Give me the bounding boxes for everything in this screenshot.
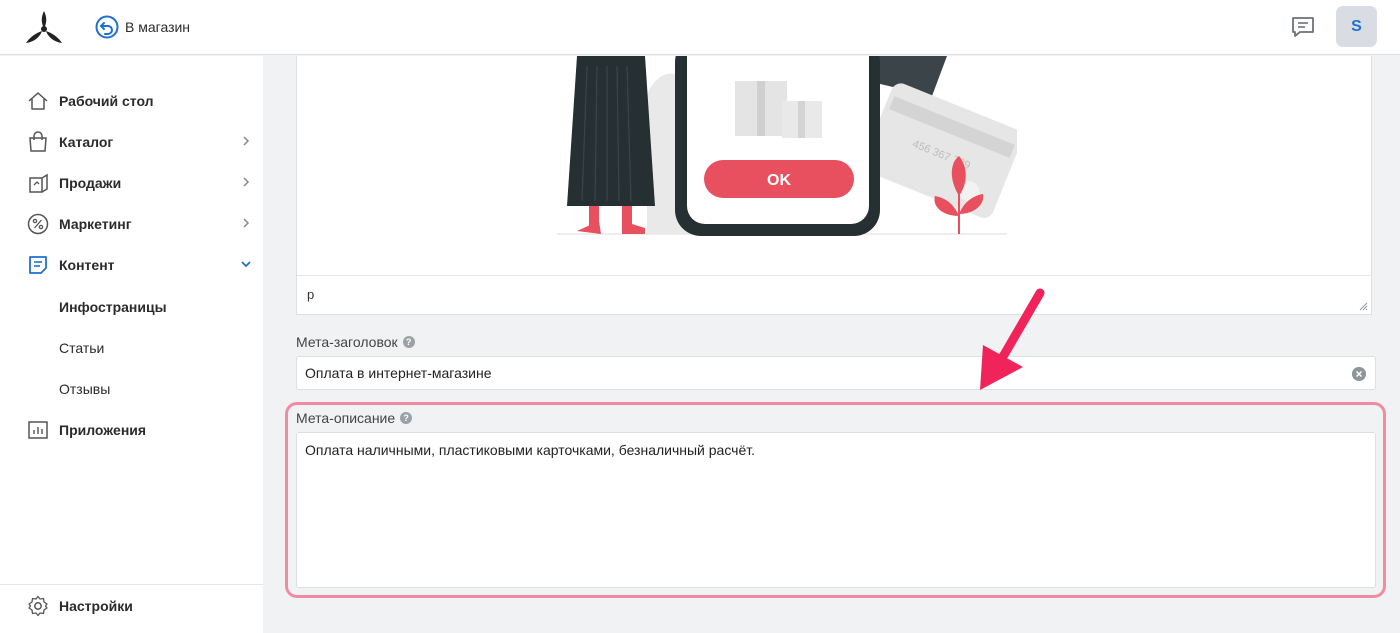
content-icon — [26, 253, 50, 277]
sidebar-item-label: Приложения — [59, 422, 147, 438]
sidebar: Рабочий стол Каталог Продажи Маркетинг К… — [0, 56, 263, 633]
bag-icon — [26, 130, 50, 154]
ok-button-text: OK — [767, 172, 791, 189]
clear-icon[interactable] — [1352, 367, 1366, 381]
meta-title-input[interactable]: Оплата в интернет-магазине — [296, 356, 1376, 390]
rich-text-editor[interactable]: 456 367 789 OK p — [296, 56, 1372, 315]
home-icon — [26, 89, 50, 113]
help-icon[interactable]: ? — [400, 412, 413, 424]
sidebar-item-settings[interactable]: Настройки — [26, 591, 256, 621]
back-to-store-label: В магазин — [125, 19, 191, 35]
sidebar-item-label: Каталог — [59, 134, 114, 150]
logo-icon[interactable] — [24, 9, 64, 45]
apps-icon — [26, 418, 50, 442]
avatar[interactable]: S — [1336, 6, 1377, 47]
sidebar-subitem-articles[interactable]: Статьи — [59, 340, 104, 356]
chevron-down-icon — [241, 261, 251, 268]
sidebar-item-catalog[interactable]: Каталог — [26, 127, 256, 157]
help-icon[interactable]: ? — [402, 336, 415, 348]
percent-icon — [26, 212, 50, 236]
back-arrow-icon — [95, 15, 119, 39]
payment-illustration: 456 367 789 OK — [557, 56, 1017, 236]
editor-element-path: p — [307, 287, 315, 302]
chevron-right-icon — [243, 218, 250, 228]
sidebar-item-marketing[interactable]: Маркетинг — [26, 209, 256, 239]
editor-status-bar: p — [297, 275, 1371, 314]
top-bar: В магазин S — [0, 0, 1400, 55]
pointer-arrow-icon — [980, 288, 1045, 390]
sidebar-item-label: Маркетинг — [59, 216, 132, 232]
gear-icon — [26, 594, 50, 618]
meta-description-label: Мета-описание ? — [296, 410, 413, 426]
sidebar-item-sales[interactable]: Продажи — [26, 168, 256, 198]
meta-title-label: Мета-заголовок ? — [296, 334, 415, 350]
meta-description-value: Оплата наличными, пластиковыми карточкам… — [305, 442, 756, 458]
sidebar-item-apps[interactable]: Приложения — [26, 415, 256, 445]
sidebar-subitem-infopages[interactable]: Инфостраницы — [59, 299, 167, 315]
chevron-right-icon — [243, 177, 250, 187]
meta-description-label-text: Мета-описание — [296, 410, 396, 426]
resize-handle-icon[interactable] — [1359, 302, 1368, 311]
sidebar-item-label: Контент — [59, 257, 115, 273]
chevron-right-icon — [243, 136, 250, 146]
chat-icon[interactable] — [1290, 14, 1316, 40]
sidebar-item-label: Рабочий стол — [59, 93, 154, 109]
sidebar-subitem-reviews[interactable]: Отзывы — [59, 381, 110, 397]
settings-label: Настройки — [59, 598, 133, 614]
back-to-store-link[interactable]: В магазин — [95, 15, 190, 39]
sidebar-divider — [0, 584, 263, 585]
sidebar-item-label: Продажи — [59, 175, 122, 191]
meta-title-label-text: Мета-заголовок — [296, 334, 398, 350]
meta-description-textarea[interactable]: Оплата наличными, пластиковыми карточкам… — [296, 432, 1376, 588]
sidebar-item-dashboard[interactable]: Рабочий стол — [26, 86, 256, 116]
sidebar-item-content[interactable]: Контент — [26, 250, 256, 280]
sales-icon — [26, 171, 50, 195]
meta-title-value: Оплата в интернет-магазине — [305, 365, 492, 381]
